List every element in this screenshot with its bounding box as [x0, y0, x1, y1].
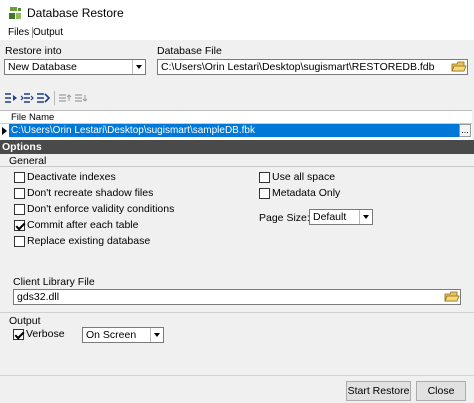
tab-output[interactable]: Output: [33, 27, 63, 38]
file-name-column-header[interactable]: File Name: [11, 112, 54, 123]
browse-backup-button[interactable]: ...: [459, 124, 471, 137]
no-shadow-files-label: Don't recreate shadow files: [27, 187, 154, 199]
close-button[interactable]: Close: [416, 381, 466, 401]
no-shadow-files-checkbox[interactable]: [14, 188, 25, 199]
verbose-label: Verbose: [26, 328, 65, 340]
add-file-icon[interactable]: [4, 92, 18, 104]
client-library-value: gds32.dll: [17, 291, 60, 303]
verbose-checkbox[interactable]: [13, 329, 24, 340]
folder-open-icon[interactable]: [451, 60, 467, 74]
grid-header: File Name: [0, 111, 472, 124]
page-size-label: Page Size:: [259, 212, 310, 224]
client-library-field[interactable]: gds32.dll: [13, 289, 461, 305]
restore-into-value: New Database: [8, 61, 77, 73]
metadata-only-label: Metadata Only: [272, 187, 341, 199]
replace-database-label: Replace existing database: [27, 235, 151, 247]
verbose-target-value: On Screen: [86, 329, 137, 341]
database-file-field[interactable]: C:\Users\Orin Lestari\Desktop\sugismart\…: [157, 59, 468, 75]
chevron-down-icon[interactable]: [132, 60, 145, 74]
output-divider: [0, 312, 474, 313]
verbose-target-select[interactable]: On Screen: [82, 327, 164, 343]
page-size-select[interactable]: Default: [309, 209, 373, 225]
general-label: General: [9, 155, 47, 167]
deactivate-indexes-label: Deactivate indexes: [27, 171, 116, 183]
toolbar-divider: [54, 91, 55, 105]
remove-file-icon[interactable]: [20, 92, 34, 104]
tab-files[interactable]: Files: [8, 27, 34, 38]
client-library-label: Client Library File: [13, 276, 95, 288]
chevron-down-icon[interactable]: [150, 328, 163, 342]
row-pointer-icon: [2, 127, 7, 135]
chevron-down-icon[interactable]: [359, 210, 372, 224]
database-file-label: Database File: [157, 45, 222, 57]
page-size-value: Default: [313, 211, 347, 223]
commit-each-table-checkbox[interactable]: [14, 220, 25, 231]
general-section: General: [0, 154, 474, 167]
database-file-value: C:\Users\Orin Lestari\Desktop\sugismart\…: [161, 61, 435, 73]
backup-file-cell[interactable]: C:\Users\Orin Lestari\Desktop\sugismart\…: [9, 124, 459, 137]
no-validity-label: Don't enforce validity conditions: [27, 203, 175, 215]
folder-open-icon[interactable]: [444, 290, 460, 304]
start-restore-button[interactable]: Start Restore: [346, 381, 411, 401]
output-label: Output: [9, 315, 41, 327]
footer-divider: [0, 375, 474, 376]
backup-file-grid: File Name C:\Users\Orin Lestari\Desktop\…: [0, 110, 472, 140]
use-all-space-label: Use all space: [272, 171, 336, 183]
commit-each-table-label: Commit after each table: [27, 219, 139, 231]
window-title: Database Restore: [27, 6, 124, 20]
use-all-space-checkbox[interactable]: [259, 172, 270, 183]
move-up-icon[interactable]: [58, 92, 72, 104]
restore-into-label: Restore into: [5, 45, 62, 57]
deactivate-indexes-checkbox[interactable]: [14, 172, 25, 183]
options-section-header: Options: [0, 140, 474, 154]
app-db-icon: [9, 7, 21, 19]
table-row[interactable]: C:\Users\Orin Lestari\Desktop\sugismart\…: [0, 124, 472, 138]
move-down-icon[interactable]: [74, 92, 88, 104]
tab-strip: Files Output: [0, 26, 474, 40]
replace-database-checkbox[interactable]: [14, 236, 25, 247]
no-validity-checkbox[interactable]: [14, 204, 25, 215]
move-file-icon[interactable]: [36, 92, 50, 104]
title-bar: Database Restore: [0, 0, 474, 26]
restore-into-select[interactable]: New Database: [4, 59, 146, 75]
metadata-only-checkbox[interactable]: [259, 188, 270, 199]
